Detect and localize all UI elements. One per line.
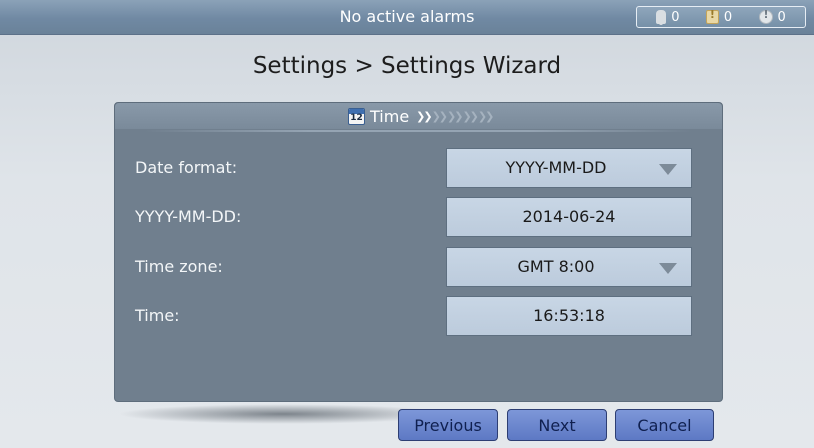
alarm-counter-major[interactable]: 0	[758, 8, 786, 25]
step-indicator-icon: ❯❯	[431, 109, 449, 123]
header-divider	[145, 130, 692, 132]
time-zone-label: Time zone:	[135, 257, 223, 276]
alarm-counters[interactable]: 0 0 0	[636, 6, 806, 28]
page-title: Settings > Settings Wizard	[252, 53, 562, 79]
chevron-down-icon[interactable]	[659, 164, 677, 175]
bell-icon	[656, 10, 667, 25]
time-label: Time:	[135, 306, 180, 325]
alarm-count: 0	[777, 9, 786, 25]
chevron-down-icon[interactable]	[659, 263, 677, 274]
step-indicator-icon: ❯❯	[447, 109, 464, 123]
alarm-counter-minor[interactable]: 0	[656, 10, 679, 25]
cancel-button[interactable]: Cancel	[615, 409, 714, 441]
date-format-select[interactable]: YYYY-MM-DD	[446, 148, 692, 188]
date-label: YYYY-MM-DD:	[135, 207, 242, 226]
time-row: Time: 16:53:18	[135, 296, 695, 336]
screen: No active alarms 0 0 0 Settings > Settin…	[0, 0, 814, 448]
step-indicator-icon: ❯❯	[477, 109, 495, 123]
step-indicator-icon: ❯❯	[462, 109, 479, 123]
calendar-icon: 12	[348, 107, 365, 125]
time-zone-select[interactable]: GMT 8:00	[446, 247, 692, 287]
time-value: 16:53:18	[533, 306, 605, 325]
date-value: 2014-06-24	[522, 207, 616, 226]
time-zone-value: GMT 8:00	[517, 257, 595, 276]
step-title: 12 Time ❯❯ ❯❯ ❯❯ ❯❯ ❯❯	[348, 106, 495, 126]
wizard-step-header: 12 Time ❯❯ ❯❯ ❯❯ ❯❯ ❯❯	[115, 103, 722, 129]
alarm-counter-warning[interactable]: 0	[705, 8, 733, 25]
time-field[interactable]: 16:53:18	[446, 296, 692, 336]
time-zone-row: Time zone: GMT 8:00	[135, 247, 695, 287]
date-field[interactable]: 2014-06-24	[446, 197, 692, 237]
step-title-label: Time	[370, 106, 410, 126]
calendar-icon-number: 12	[350, 112, 363, 123]
warning-icon	[705, 8, 719, 24]
step-indicator-icon: ❯❯	[416, 109, 433, 123]
date-format-value: YYYY-MM-DD	[505, 158, 607, 177]
date-row: YYYY-MM-DD: 2014-06-24	[135, 197, 695, 237]
date-format-label: Date format:	[135, 158, 238, 177]
status-bar: No active alarms 0 0 0	[0, 0, 814, 35]
alarm-count: 0	[723, 9, 733, 25]
date-format-row: Date format: YYYY-MM-DD	[135, 148, 695, 188]
previous-button[interactable]: Previous	[398, 409, 498, 441]
wizard-panel: 12 Time ❯❯ ❯❯ ❯❯ ❯❯ ❯❯ Date format: YYYY…	[114, 102, 723, 402]
alert-circle-icon	[758, 8, 773, 24]
step-progress: ❯❯ ❯❯ ❯❯ ❯❯ ❯❯	[416, 109, 495, 123]
next-button[interactable]: Next	[507, 409, 607, 441]
alarm-count: 0	[671, 9, 680, 25]
